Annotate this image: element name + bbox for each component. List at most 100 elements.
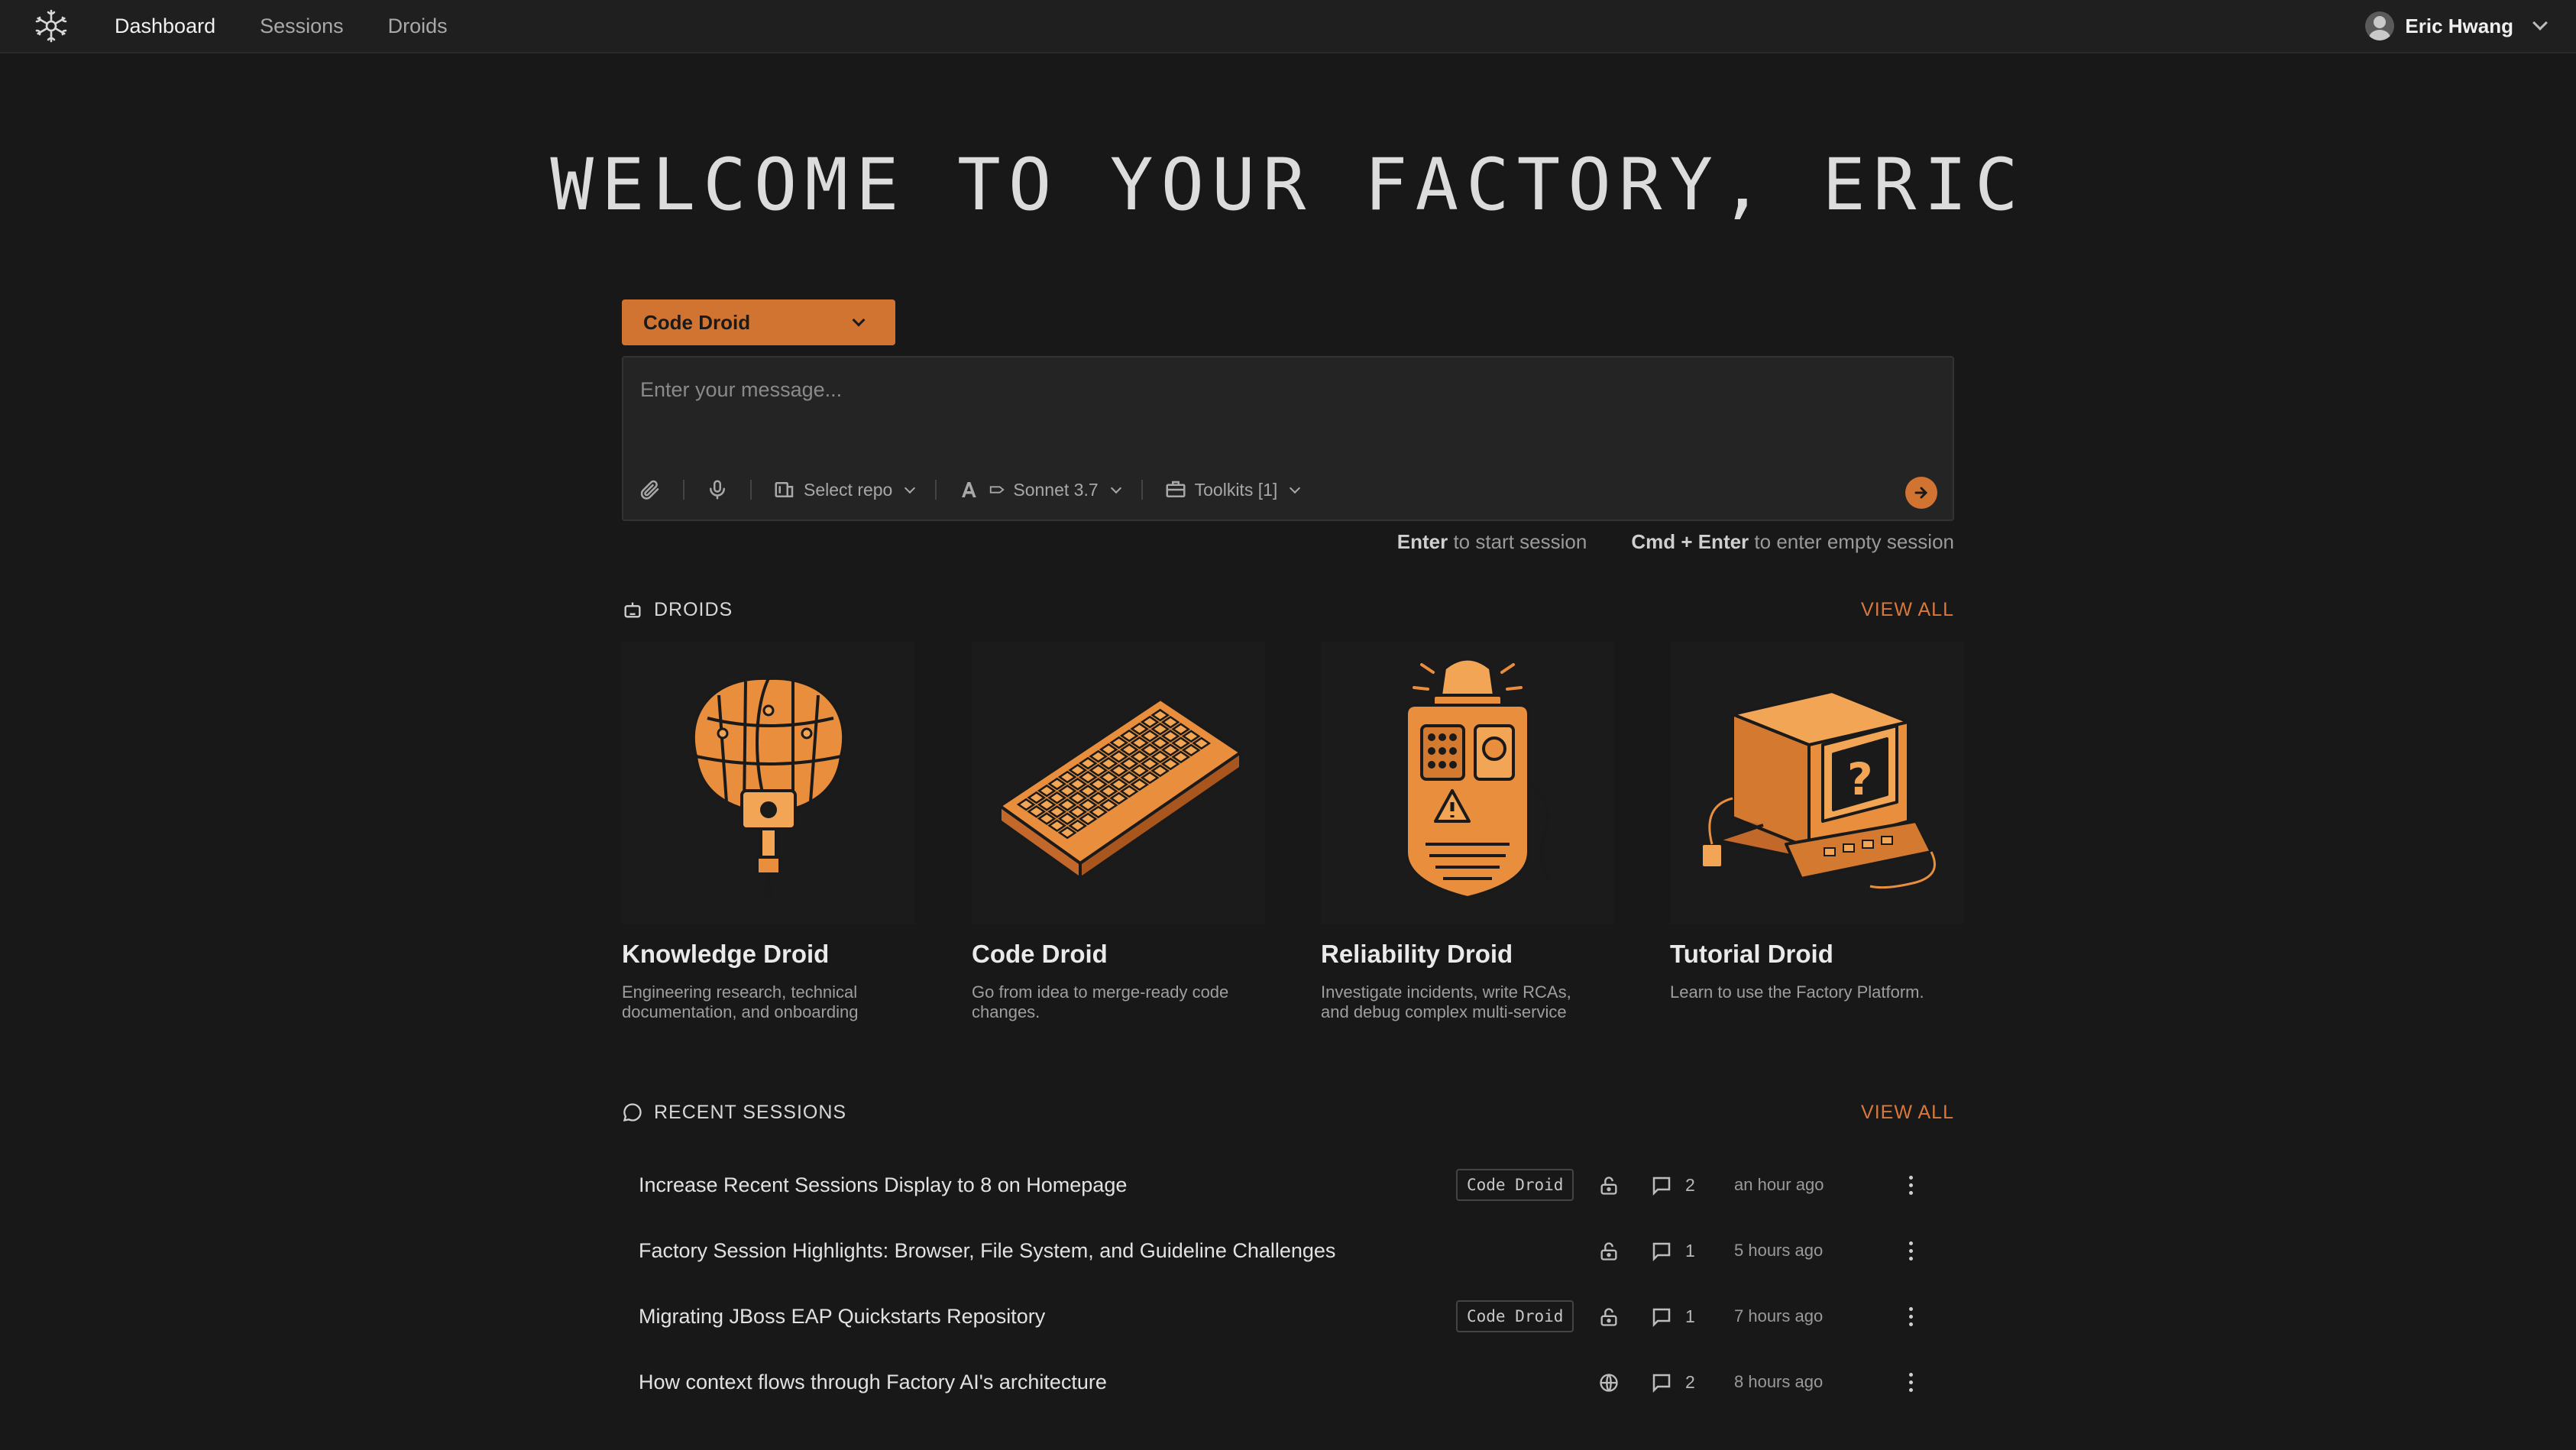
attach-button[interactable]: [639, 478, 662, 501]
svg-text:?: ?: [1847, 753, 1873, 805]
droid-card-tutorial[interactable]: ? Tutorial Droid Learn to use the Factor…: [1670, 642, 1963, 1039]
recent-sessions-section-header: RECENT SESSIONS VIEW ALL: [622, 1097, 1954, 1128]
user-name: Eric Hwang: [2405, 14, 2513, 37]
tag-icon: [990, 486, 1005, 494]
droid-selector-label: Code Droid: [643, 310, 751, 334]
avatar: [2365, 11, 2395, 40]
hint-enter: Enter to start session: [1397, 530, 1587, 554]
chevron-down-icon: [852, 313, 866, 327]
comment-icon: [1652, 1374, 1671, 1393]
session-timestamp: an hour ago: [1734, 1175, 1824, 1194]
droids-section-header: DROIDS VIEW ALL: [622, 594, 1954, 625]
model-selector-dropdown[interactable]: Sonnet 3.7: [958, 478, 1121, 501]
toolbar-divider: [1141, 480, 1143, 500]
lock-icon[interactable]: [1598, 1306, 1620, 1328]
session-row[interactable]: Increase Recent Sessions Display to 8 on…: [622, 1152, 1954, 1218]
message-composer: Select repo Sonnet 3.7 Toolkits [1]: [622, 356, 1954, 521]
session-droid-badge: Code Droid: [1456, 1300, 1574, 1332]
droid-card-reliability[interactable]: Reliability Droid Investigate incidents,…: [1321, 642, 1614, 1039]
recent-sessions-section-title: RECENT SESSIONS: [622, 1102, 846, 1124]
voice-input-button[interactable]: [706, 478, 729, 501]
droid-card-title: Knowledge Droid: [622, 940, 830, 968]
send-button[interactable]: [1905, 477, 1937, 509]
retro-computer-illustration-icon: ?: [1670, 642, 1963, 924]
droid-card-title: Reliability Droid: [1321, 940, 1513, 968]
session-droid-badge: Code Droid: [1456, 1169, 1574, 1201]
top-navigation-bar: Dashboard Sessions Droids Eric Hwang: [0, 0, 2576, 53]
more-options-icon[interactable]: [1898, 1172, 1924, 1198]
globe-icon[interactable]: [1598, 1372, 1620, 1393]
session-title: How context flows through Factory AI's a…: [639, 1370, 1107, 1393]
chat-bubble-icon: [623, 1103, 642, 1122]
chevron-down-icon: [1290, 482, 1301, 494]
chevron-down-icon: [2532, 15, 2548, 31]
droid-card-description: Go from idea to merge-ready code changes…: [972, 982, 1229, 1021]
droids-section-title: DROIDS: [622, 599, 733, 621]
droid-selector-dropdown[interactable]: Code Droid: [622, 299, 895, 345]
session-title: Migrating JBoss EAP Quickstarts Reposito…: [639, 1304, 1046, 1328]
robot-icon: [624, 602, 641, 618]
hint-cmd-enter: Cmd + Enter to enter empty session: [1631, 530, 1954, 554]
droid-cards: Knowledge Droid Engineering research, te…: [622, 642, 1963, 1039]
hint-enter-key: Enter: [1396, 530, 1448, 553]
comment-count: 1: [1685, 1240, 1695, 1261]
toolbox-icon: [1166, 481, 1186, 497]
repo-icon: [775, 482, 794, 497]
session-row[interactable]: Migrating JBoss EAP Quickstarts Reposito…: [622, 1283, 1954, 1349]
recent-sessions-list: Increase Recent Sessions Display to 8 on…: [622, 1152, 1954, 1415]
more-options-icon[interactable]: [1898, 1369, 1924, 1395]
select-repo-dropdown[interactable]: Select repo: [773, 478, 916, 501]
toolkits-dropdown[interactable]: Toolkits [1]: [1164, 478, 1301, 501]
lock-icon[interactable]: [1598, 1241, 1620, 1262]
droid-card-title: Code Droid: [972, 940, 1108, 968]
droid-card-title: Tutorial Droid: [1670, 940, 1833, 968]
session-title: Increase Recent Sessions Display to 8 on…: [639, 1173, 1128, 1196]
session-timestamp: 5 hours ago: [1734, 1241, 1824, 1260]
recent-sessions-view-all-link[interactable]: VIEW ALL: [1861, 1102, 1954, 1124]
select-repo-label: Select repo: [804, 479, 893, 500]
toolbar-divider: [750, 480, 752, 500]
comment-icon: [1652, 1242, 1671, 1262]
comment-count: 2: [1685, 1371, 1695, 1392]
main-nav: Dashboard Sessions Droids: [115, 0, 448, 52]
keyboard-illustration-icon: [972, 642, 1265, 924]
model-label: Sonnet 3.7: [1013, 479, 1099, 500]
droid-card-knowledge[interactable]: Knowledge Droid Engineering research, te…: [622, 642, 915, 1039]
droid-card-description: Engineering research, technical document…: [622, 982, 859, 1021]
alarm-device-illustration-icon: [1321, 642, 1614, 924]
hint-cmd-key: Cmd + Enter: [1631, 530, 1749, 553]
session-timestamp: 7 hours ago: [1734, 1306, 1824, 1325]
session-title: Factory Session Highlights: Browser, Fil…: [639, 1238, 1336, 1262]
more-options-icon[interactable]: [1898, 1238, 1924, 1264]
toolbar-divider: [683, 480, 684, 500]
paperclip-icon: [640, 480, 659, 500]
hint-cmd-text: to enter empty session: [1754, 530, 1954, 553]
page-title: WELCOME TO YOUR FACTORY, ERIC: [550, 144, 2026, 227]
anthropic-logo-icon: [962, 482, 977, 497]
more-options-icon[interactable]: [1898, 1303, 1924, 1329]
nav-droids[interactable]: Droids: [388, 15, 448, 38]
droid-card-code[interactable]: Code Droid Go from idea to merge-ready c…: [972, 642, 1265, 1039]
comment-icon: [1652, 1308, 1671, 1328]
arrow-right-icon: [1914, 487, 1928, 499]
session-row[interactable]: How context flows through Factory AI's a…: [622, 1349, 1954, 1415]
session-row[interactable]: Factory Session Highlights: Browser, Fil…: [622, 1218, 1954, 1283]
brain-illustration-icon: [622, 642, 915, 924]
nav-sessions[interactable]: Sessions: [260, 15, 344, 38]
user-menu[interactable]: Eric Hwang: [2365, 0, 2548, 52]
droids-view-all-link[interactable]: VIEW ALL: [1861, 599, 1954, 621]
composer-toolbar: Select repo Sonnet 3.7 Toolkits [1]: [639, 472, 1301, 507]
lock-icon[interactable]: [1598, 1175, 1620, 1196]
droids-title-text: DROIDS: [654, 598, 733, 620]
nav-dashboard[interactable]: Dashboard: [115, 15, 215, 38]
comment-count: 1: [1685, 1306, 1695, 1326]
message-input[interactable]: [640, 374, 1931, 405]
droid-card-description: Investigate incidents, write RCAs, and d…: [1321, 982, 1571, 1021]
comment-icon: [1652, 1177, 1671, 1196]
droid-card-description: Learn to use the Factory Platform.: [1670, 982, 1924, 1002]
factory-logo-icon[interactable]: [34, 8, 69, 44]
microphone-icon: [710, 480, 725, 500]
recent-sessions-title-text: RECENT SESSIONS: [654, 1101, 847, 1123]
comment-count: 2: [1685, 1174, 1695, 1195]
chevron-down-icon: [1110, 482, 1121, 494]
